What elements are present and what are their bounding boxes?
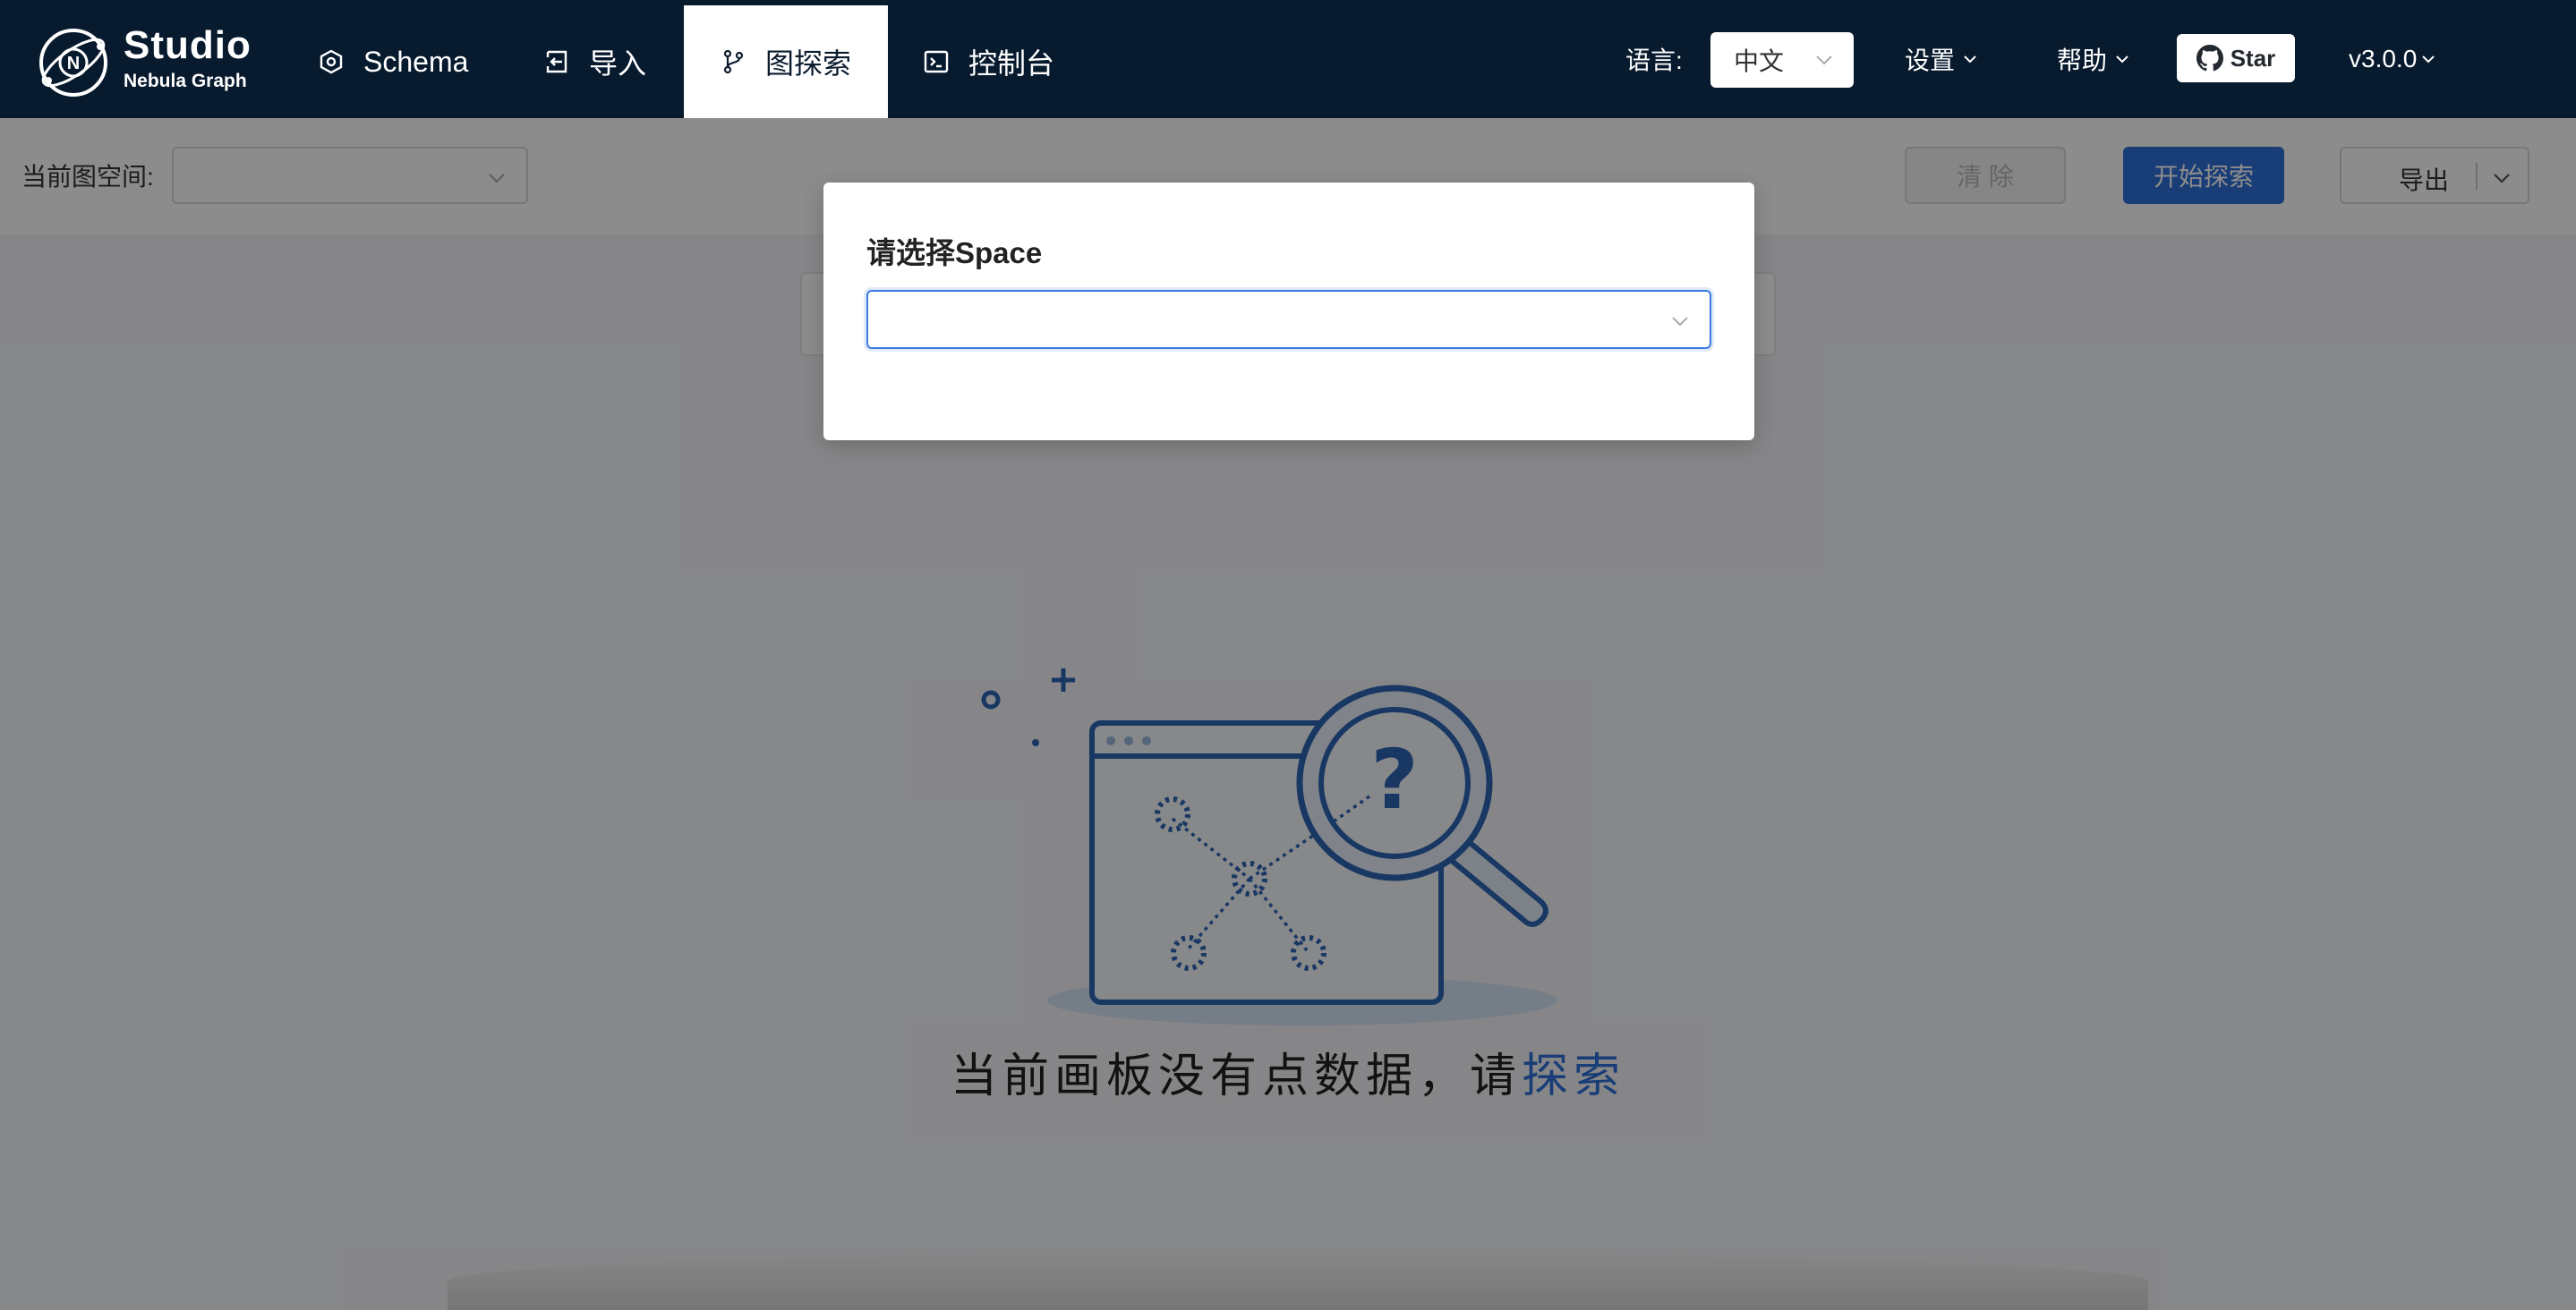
help-menu[interactable]: 帮助 [2057,0,2130,118]
console-icon [924,49,949,74]
chevron-down-icon [2116,55,2128,64]
logo-subtitle: Nebula Graph [124,71,247,91]
chevron-down-icon [2422,55,2435,64]
select-space-modal: 请选择Space [823,183,1754,440]
nav-tab-label: 控制台 [968,47,1055,80]
explore-branch-icon [721,49,746,74]
nav-tab-label: 图探索 [764,47,851,80]
settings-label: 设置 [1905,47,1956,74]
version-menu[interactable]: v3.0.0 [2349,0,2436,118]
chevron-down-icon [1816,55,1832,65]
app-logo[interactable]: N Studio Nebula Graph [36,23,254,100]
settings-menu[interactable]: 设置 [1905,0,1978,118]
star-label: Star [2230,44,2276,72]
chevron-down-icon [1964,55,1976,64]
nebula-logo-icon: N [39,29,107,97]
space-select[interactable] [866,290,1711,349]
nav-tab-explore[interactable]: 图探索 [684,5,888,118]
nav-tab-console[interactable]: 控制台 [924,5,1054,118]
import-icon [544,49,569,74]
nav-tab-import[interactable]: 导入 [544,5,646,118]
schema-icon [319,49,344,74]
language-label: 语言: [1625,47,1683,74]
modal-title: 请选择Space [866,236,1043,269]
nav-tab-schema[interactable]: Schema [319,5,468,118]
language-select[interactable]: 中文 [1710,32,1854,88]
chevron-down-icon [1672,317,1688,327]
nav-tab-label: 导入 [589,47,647,80]
github-icon [2196,45,2223,72]
version-label: v3.0.0 [2349,45,2418,72]
help-label: 帮助 [2057,47,2108,74]
logo-title: Studio [124,23,252,67]
svg-text:N: N [67,54,80,73]
github-star-button[interactable]: Star [2177,34,2295,82]
language-value: 中文 [1734,47,1785,75]
nav-tab-label: Schema [363,45,469,78]
